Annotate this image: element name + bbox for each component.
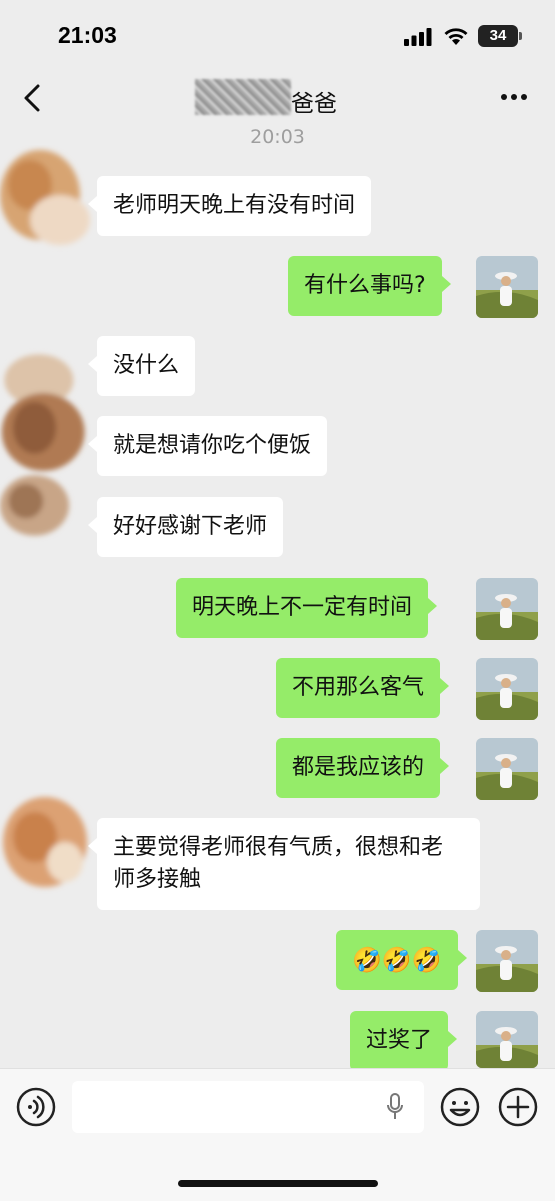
mic-icon[interactable] [386, 1093, 404, 1121]
message-bubble-received[interactable]: 老师明天晚上有没有时间 [87, 176, 372, 236]
chevron-left-icon[interactable] [18, 81, 48, 115]
avatar-self[interactable] [476, 738, 538, 800]
contact-name: 爸爸 [291, 91, 337, 117]
avatar-self[interactable] [476, 1011, 538, 1068]
avatar-self[interactable] [476, 578, 538, 640]
message-bubble-sent[interactable]: 不用那么客气 [276, 658, 450, 718]
avatar-other[interactable] [0, 330, 95, 560]
voice-icon[interactable] [16, 1087, 56, 1127]
chat-header: 爸爸 [0, 75, 555, 125]
more-dots-icon[interactable] [499, 87, 529, 107]
avatar-self[interactable] [476, 256, 538, 318]
message-bubble-received[interactable]: 好好感谢下老师 [87, 497, 284, 557]
message-input[interactable] [72, 1081, 424, 1133]
home-indicator [178, 1180, 378, 1187]
chat-title: 爸爸 [195, 79, 365, 119]
message-bubble-received[interactable]: 主要觉得老师很有气质，很想和老师多接触 [88, 818, 480, 910]
status-time: 21:03 [58, 22, 117, 48]
avatar-self[interactable] [476, 930, 538, 992]
message-bubble-sent[interactable]: 有什么事吗? [288, 256, 451, 316]
message-bubble-sent[interactable]: 过奖了 [350, 1011, 458, 1071]
message-bubble-sent[interactable]: 明天晚上不一定有时间 [176, 578, 438, 638]
redacted-name [195, 79, 291, 115]
battery-indicator: 34 [478, 25, 522, 47]
status-bar: 21:03 34 [0, 0, 555, 75]
wifi-icon [444, 28, 468, 45]
avatar-self[interactable] [476, 658, 538, 720]
message-bubble-received[interactable]: 就是想请你吃个便饭 [87, 416, 328, 476]
avatar-other[interactable] [0, 145, 95, 255]
avatar-other[interactable] [0, 792, 95, 897]
cellular-signal-icon [404, 28, 432, 46]
plus-icon[interactable] [498, 1087, 538, 1127]
message-bubble-sent[interactable]: 🤣🤣🤣 [336, 930, 467, 990]
emoji-icon[interactable] [440, 1087, 480, 1127]
message-bubble-sent[interactable]: 都是我应该的 [276, 738, 450, 798]
message-bubble-received[interactable]: 没什么 [87, 336, 196, 396]
